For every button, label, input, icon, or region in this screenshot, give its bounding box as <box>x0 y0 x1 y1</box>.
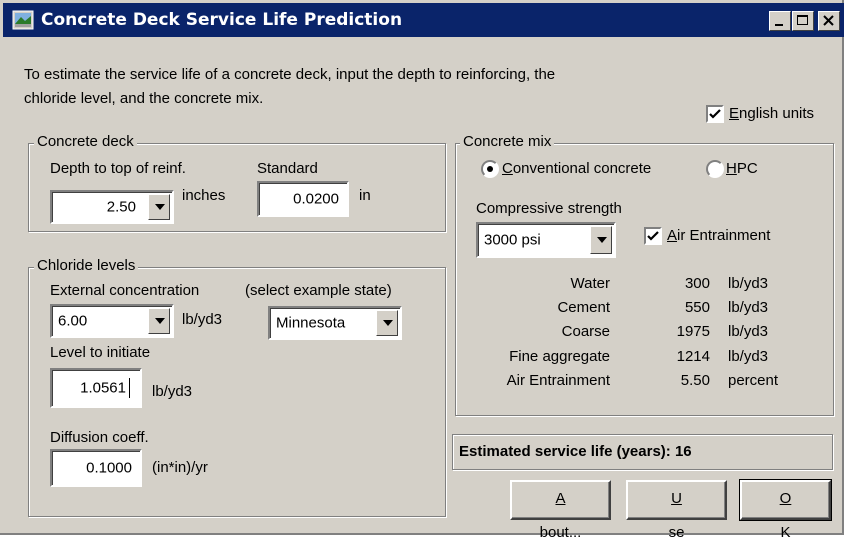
close-icon <box>823 15 834 26</box>
mix-row-value: 1214 <box>676 348 710 365</box>
air-entrainment-label[interactable]: Air Entrainment <box>667 226 770 246</box>
compressive-strength-label: Compressive strength <box>476 200 622 217</box>
english-units-checkbox[interactable] <box>706 105 724 123</box>
dropdown-arrow-icon[interactable] <box>376 310 398 336</box>
minimize-icon <box>775 24 783 26</box>
diffusion-coeff-input[interactable]: 0.1000 <box>50 449 142 487</box>
close-button[interactable] <box>818 11 840 31</box>
standard-unit: in <box>359 187 371 204</box>
external-concentration-dropdown[interactable]: 6.00 <box>50 304 174 338</box>
depth-unit: inches <box>182 187 226 204</box>
depth-label: Depth to top of reinf. <box>50 160 186 177</box>
air-entrainment-checkbox[interactable] <box>644 227 662 245</box>
mix-row-name: Coarse <box>561 323 610 340</box>
checkmark-icon <box>709 109 721 119</box>
compressive-strength-value: 3000 psi <box>484 231 541 249</box>
dropdown-arrow-icon[interactable] <box>148 308 170 334</box>
mix-row-name: Air Entrainment <box>506 372 610 389</box>
mix-row-unit: lb/yd3 <box>728 299 769 316</box>
mix-row-name: Fine aggregate <box>509 348 610 365</box>
mix-row-value: 550 <box>684 299 710 316</box>
hpc-label[interactable]: HPC <box>726 159 758 179</box>
mix-row-unit: percent <box>728 372 779 389</box>
about-button[interactable]: About... <box>510 480 611 541</box>
diffusion-coeff-unit: (in*in)/yr <box>152 459 208 476</box>
mix-row-name: Cement <box>557 299 610 316</box>
external-concentration-unit: lb/yd3 <box>182 311 223 328</box>
level-to-initiate-label: Level to initiate <box>50 344 151 361</box>
mix-row-unit: lb/yd3 <box>728 323 769 340</box>
dialog-window: Concrete Deck Service Life Prediction To… <box>0 0 844 541</box>
mix-row-unit: lb/yd3 <box>728 348 769 365</box>
english-units-label[interactable]: English units <box>729 104 814 124</box>
diffusion-coeff-label: Diffusion coeff. <box>50 429 149 446</box>
level-to-initiate-unit: lb/yd3 <box>152 383 193 400</box>
depth-value: 2.50 <box>106 198 136 216</box>
title-bar[interactable]: Concrete Deck Service Life Prediction <box>3 3 844 37</box>
compressive-strength-dropdown[interactable]: 3000 psi <box>476 222 616 258</box>
mix-row-value: 1975 <box>676 323 710 340</box>
select-state-label: (select example state) <box>245 282 392 299</box>
minimize-button[interactable] <box>769 11 791 31</box>
mix-row-value: 5.50 <box>680 372 710 389</box>
state-dropdown[interactable]: Minnesota <box>268 306 402 340</box>
dropdown-arrow-icon[interactable] <box>590 226 612 254</box>
instructions-line-1: To estimate the service life of a concre… <box>24 66 556 83</box>
estimated-service-life: Estimated service life (years): 16 <box>459 443 692 460</box>
checkmark-icon <box>647 231 659 241</box>
mix-row-value: 300 <box>684 275 710 292</box>
chloride-levels-legend: Chloride levels <box>34 257 139 275</box>
standard-value: 0.0200 <box>293 190 339 208</box>
maximize-button[interactable] <box>792 11 814 31</box>
external-concentration-label: External concentration <box>50 282 200 299</box>
mix-row-unit: lb/yd3 <box>728 275 769 292</box>
dropdown-arrow-icon[interactable] <box>148 194 170 220</box>
state-value: Minnesota <box>276 314 346 332</box>
conventional-concrete-label[interactable]: Conventional concrete <box>502 159 651 179</box>
standard-label: Standard <box>257 160 318 177</box>
level-to-initiate-input[interactable]: 1.0561 <box>50 368 142 408</box>
ok-button[interactable]: OK <box>739 479 832 541</box>
window-title: Concrete Deck Service Life Prediction <box>41 10 403 30</box>
result-panel: Estimated service life (years): 16 <box>452 434 833 470</box>
instructions-line-2: chloride level, and the concrete mix. <box>24 90 264 107</box>
use-button[interactable]: Use <box>626 480 727 541</box>
concrete-deck-legend: Concrete deck <box>34 133 137 151</box>
mix-row-name: Water <box>570 275 610 292</box>
diffusion-coeff-value: 0.1000 <box>86 459 132 477</box>
hpc-radio[interactable] <box>706 160 724 178</box>
instructions-text: To estimate the service life of a concre… <box>24 63 704 111</box>
concrete-mix-legend: Concrete mix <box>460 133 555 151</box>
app-icon <box>12 10 34 30</box>
text-cursor <box>129 378 130 398</box>
level-to-initiate-value: 1.0561 <box>80 379 126 397</box>
maximize-icon <box>797 15 808 25</box>
depth-dropdown[interactable]: 2.50 <box>50 190 174 224</box>
external-concentration-value: 6.00 <box>58 312 88 330</box>
standard-input[interactable]: 0.0200 <box>257 181 349 217</box>
conventional-concrete-radio[interactable] <box>481 160 499 178</box>
